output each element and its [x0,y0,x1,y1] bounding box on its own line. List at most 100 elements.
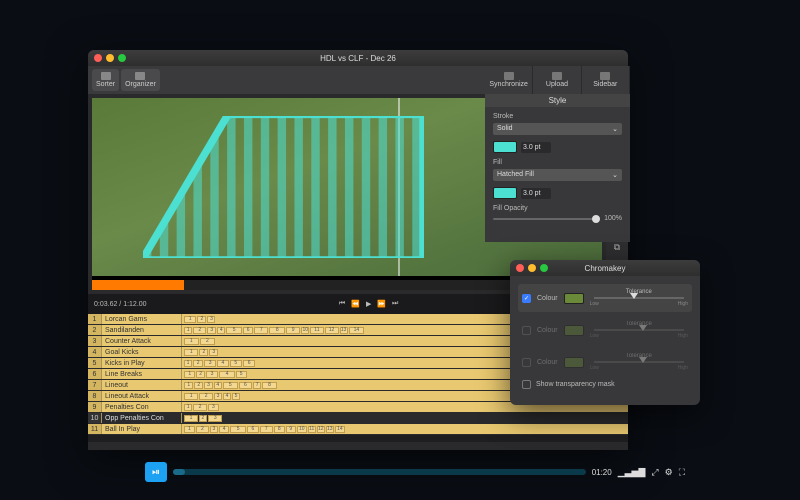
minimize-icon[interactable] [528,264,536,272]
clip[interactable]: 2 [200,338,216,345]
clip[interactable]: 6 [239,382,252,389]
clip[interactable]: 5 [230,360,242,367]
clip[interactable]: 10 [297,426,307,433]
crop-tool-icon[interactable]: ⧉ [610,240,624,254]
skip-fwd-button[interactable]: ⏭ [392,300,398,308]
clip[interactable]: 8 [262,382,277,389]
clip[interactable]: 6 [243,360,256,367]
stroke-mode-select[interactable]: Solid [493,123,622,135]
clip[interactable]: 1 [184,371,195,378]
clip[interactable]: 3 [214,393,222,400]
clip[interactable]: 2 [193,404,207,411]
clip[interactable]: 1 [184,426,195,433]
annotation-polygon[interactable] [143,116,424,258]
clip[interactable]: 14 [349,327,365,334]
clip[interactable]: 1 [184,316,196,323]
clip[interactable]: 1 [184,415,198,422]
clip[interactable]: 8 [269,327,285,334]
clip[interactable]: 7 [253,382,261,389]
clip[interactable]: 5 [223,382,238,389]
close-icon[interactable] [94,54,102,62]
clip[interactable]: 3 [207,316,215,323]
clip[interactable]: 4 [223,393,231,400]
fullscreen-icon[interactable]: ⤢ [651,467,658,478]
clip[interactable]: 4 [217,360,229,367]
clip[interactable]: 1 [184,382,193,389]
row-label[interactable]: Opp Penalties Con [102,413,182,423]
clip[interactable]: 7 [254,327,268,334]
stroke-width-input[interactable] [521,142,551,153]
clip[interactable]: 4 [214,382,222,389]
clip[interactable]: 13 [340,327,348,334]
clip[interactable]: 9 [286,327,300,334]
fill-color-swatch[interactable] [493,187,517,199]
clip[interactable]: 3 [206,371,219,378]
row-label[interactable]: Counter Attack [102,336,182,346]
minimize-icon[interactable] [106,54,114,62]
zoom-icon[interactable] [540,264,548,272]
settings-icon[interactable]: ⚙ [665,467,673,478]
clip[interactable]: 13 [326,426,334,433]
clip[interactable]: 1 [184,393,198,400]
row-label[interactable]: Goal Kicks [102,347,182,357]
chromakey-titlebar[interactable]: Chromakey [510,260,700,276]
os-progress-track[interactable] [173,469,586,475]
clip[interactable]: 2 [199,349,208,356]
clip[interactable]: 3 [208,404,219,411]
clip[interactable]: 1 [184,360,192,367]
clip[interactable]: 5 [230,426,246,433]
clip[interactable]: 11 [310,327,323,334]
timeline-row[interactable]: 10Opp Penalties Con123 [88,413,628,424]
titlebar[interactable]: HDL vs CLF - Dec 26 [88,50,628,66]
enable-checkbox[interactable]: ✓ [522,294,531,303]
clip[interactable]: 6 [243,327,253,334]
row-track[interactable]: 123 [182,413,628,423]
clip[interactable]: 9 [286,426,296,433]
clip[interactable]: 12 [325,327,339,334]
clip[interactable]: 8 [274,426,285,433]
enable-checkbox[interactable] [522,326,531,335]
clip[interactable]: 10 [301,327,309,334]
close-icon[interactable] [516,264,524,272]
timeline-row[interactable]: 11Ball In Play1234567891011121314 [88,424,628,435]
clip[interactable]: 3 [208,415,223,422]
clip[interactable]: 4 [219,426,229,433]
upload-tab[interactable]: Upload [533,66,581,94]
clip[interactable]: 2 [199,393,213,400]
style-subtab[interactable]: Style [485,94,630,107]
row-label[interactable]: Sandilanden [102,325,182,335]
colour-swatch[interactable] [564,357,584,368]
tolerance-slider[interactable] [594,329,684,331]
expand-icon[interactable]: ⛶ [679,467,685,478]
zoom-icon[interactable] [118,54,126,62]
clip[interactable]: 4 [217,327,225,334]
clip[interactable]: 2 [193,360,203,367]
clip[interactable]: 11 [308,426,316,433]
row-label[interactable]: Lineout [102,380,182,390]
clip[interactable]: 2 [196,426,209,433]
frame-back-button[interactable]: ⏪ [351,300,360,308]
colour-swatch[interactable] [564,325,584,336]
clip[interactable]: 3 [209,349,218,356]
row-label[interactable]: Lineout Attack [102,391,182,401]
clip[interactable]: 1 [184,404,192,411]
row-label[interactable]: Line Breaks [102,369,182,379]
clip[interactable]: 14 [335,426,345,433]
tolerance-slider[interactable] [594,297,684,299]
clip[interactable]: 5 [236,371,247,378]
os-play-button[interactable]: ⏯ [145,462,167,482]
organizer-button[interactable]: Organizer [121,69,160,91]
clip[interactable]: 3 [210,426,218,433]
clip[interactable]: 1 [184,327,192,334]
mask-checkbox[interactable] [522,380,531,389]
sidebar-tab[interactable]: Sidebar [582,66,630,94]
enable-checkbox[interactable] [522,358,531,367]
opacity-slider[interactable] [493,218,600,220]
clip[interactable]: 2 [196,371,204,378]
clip[interactable]: 2 [197,316,206,323]
clip[interactable]: 5 [232,393,240,400]
colour-swatch[interactable] [564,293,584,304]
fill-width-input[interactable] [521,188,551,199]
clip[interactable]: 7 [260,426,273,433]
tolerance-slider[interactable] [594,361,684,363]
